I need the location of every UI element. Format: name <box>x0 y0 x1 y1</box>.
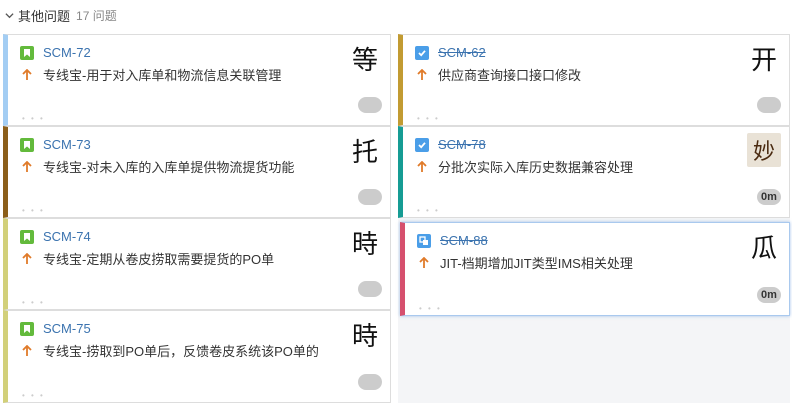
issue-summary: 分批次实际入库历史数据兼容处理 <box>438 160 634 175</box>
issue-key-link[interactable]: SCM-75 <box>43 321 91 336</box>
subtask-icon <box>417 233 431 248</box>
assignee-avatar[interactable]: 時 <box>348 225 382 260</box>
assignee-avatar[interactable]: 等 <box>348 41 382 76</box>
issue-card-scm-78[interactable]: SCM-78 分批次实际入库历史数据兼容处理 妙 0m • • • <box>398 126 790 218</box>
assignee-avatar[interactable]: 开 <box>747 41 781 76</box>
issue-key-link[interactable]: SCM-72 <box>43 45 91 60</box>
drag-grabber-icon[interactable]: • • • <box>22 114 45 123</box>
drag-grabber-icon[interactable]: • • • <box>417 206 440 215</box>
issue-key-link[interactable]: SCM-78 <box>438 137 486 152</box>
issue-card-scm-88[interactable]: SCM-88 JIT-档期增加JIT类型IMS相关处理 瓜 0m • • • <box>400 222 790 316</box>
estimate-badge <box>358 374 382 390</box>
priority-high-icon <box>20 160 34 173</box>
issue-card-scm-73[interactable]: SCM-73 专线宝-对未入库的入库单提供物流提货功能 托 • • • <box>3 126 391 218</box>
drag-grabber-icon[interactable]: • • • <box>22 206 45 215</box>
story-icon <box>20 321 34 336</box>
swimlane-issue-count: 17 问题 <box>76 8 117 23</box>
issue-key-link[interactable]: SCM-62 <box>438 45 486 60</box>
drag-grabber-icon[interactable]: • • • <box>22 298 45 307</box>
issue-card-scm-72[interactable]: SCM-72 专线宝-用于对入库单和物流信息关联管理 等 • • • <box>3 34 391 126</box>
chevron-down-icon[interactable] <box>4 10 14 20</box>
drag-grabber-icon[interactable]: • • • <box>419 304 442 313</box>
estimate-badge <box>358 189 382 205</box>
issue-card-scm-75[interactable]: SCM-75 专线宝-捞取到PO单后，反馈卷皮系统该PO单的 時 • • • <box>3 310 391 403</box>
assignee-avatar[interactable]: 妙 <box>747 133 781 167</box>
assignee-avatar[interactable]: 時 <box>348 317 382 352</box>
issue-summary: JIT-档期增加JIT类型IMS相关处理 <box>440 256 633 271</box>
priority-high-icon <box>20 252 34 265</box>
priority-high-icon <box>415 160 429 173</box>
estimate-badge: 0m <box>757 287 781 303</box>
swimlane-title: 其他问题 <box>18 8 71 24</box>
issue-card-scm-74[interactable]: SCM-74 专线宝-定期从卷皮捞取需要提货的PO单 時 • • • <box>3 218 391 310</box>
estimate-badge <box>358 281 382 297</box>
priority-high-icon <box>20 344 34 357</box>
assignee-avatar[interactable]: 瓜 <box>747 229 781 264</box>
priority-high-icon <box>415 68 429 81</box>
issue-summary: 专线宝-用于对入库单和物流信息关联管理 <box>43 68 282 83</box>
issue-summary: 专线宝-定期从卷皮捞取需要提货的PO单 <box>43 252 275 267</box>
estimate-badge <box>358 97 382 113</box>
issue-key-link[interactable]: SCM-88 <box>440 233 488 248</box>
story-icon <box>20 137 34 152</box>
assignee-avatar[interactable]: 托 <box>348 133 382 168</box>
issue-summary: 专线宝-捞取到PO单后，反馈卷皮系统该PO单的 <box>43 344 319 359</box>
task-done-icon <box>415 137 429 152</box>
drag-grabber-icon[interactable]: • • • <box>417 114 440 123</box>
priority-high-icon <box>417 256 431 269</box>
priority-high-icon <box>20 68 34 81</box>
issue-card-scm-62[interactable]: SCM-62 供应商查询接口接口修改 开 • • • <box>398 34 790 126</box>
swimlane-header[interactable]: 其他问题 17 问题 <box>0 0 792 30</box>
estimate-badge <box>757 97 781 113</box>
drag-grabber-icon[interactable]: • • • <box>22 391 45 400</box>
story-icon <box>20 229 34 244</box>
issue-summary: 专线宝-对未入库的入库单提供物流提货功能 <box>43 160 295 175</box>
issue-summary: 供应商查询接口接口修改 <box>438 68 582 83</box>
issue-key-link[interactable]: SCM-74 <box>43 229 91 244</box>
estimate-badge: 0m <box>757 189 781 205</box>
story-icon <box>20 45 34 60</box>
task-done-icon <box>415 45 429 60</box>
issue-key-link[interactable]: SCM-73 <box>43 137 91 152</box>
